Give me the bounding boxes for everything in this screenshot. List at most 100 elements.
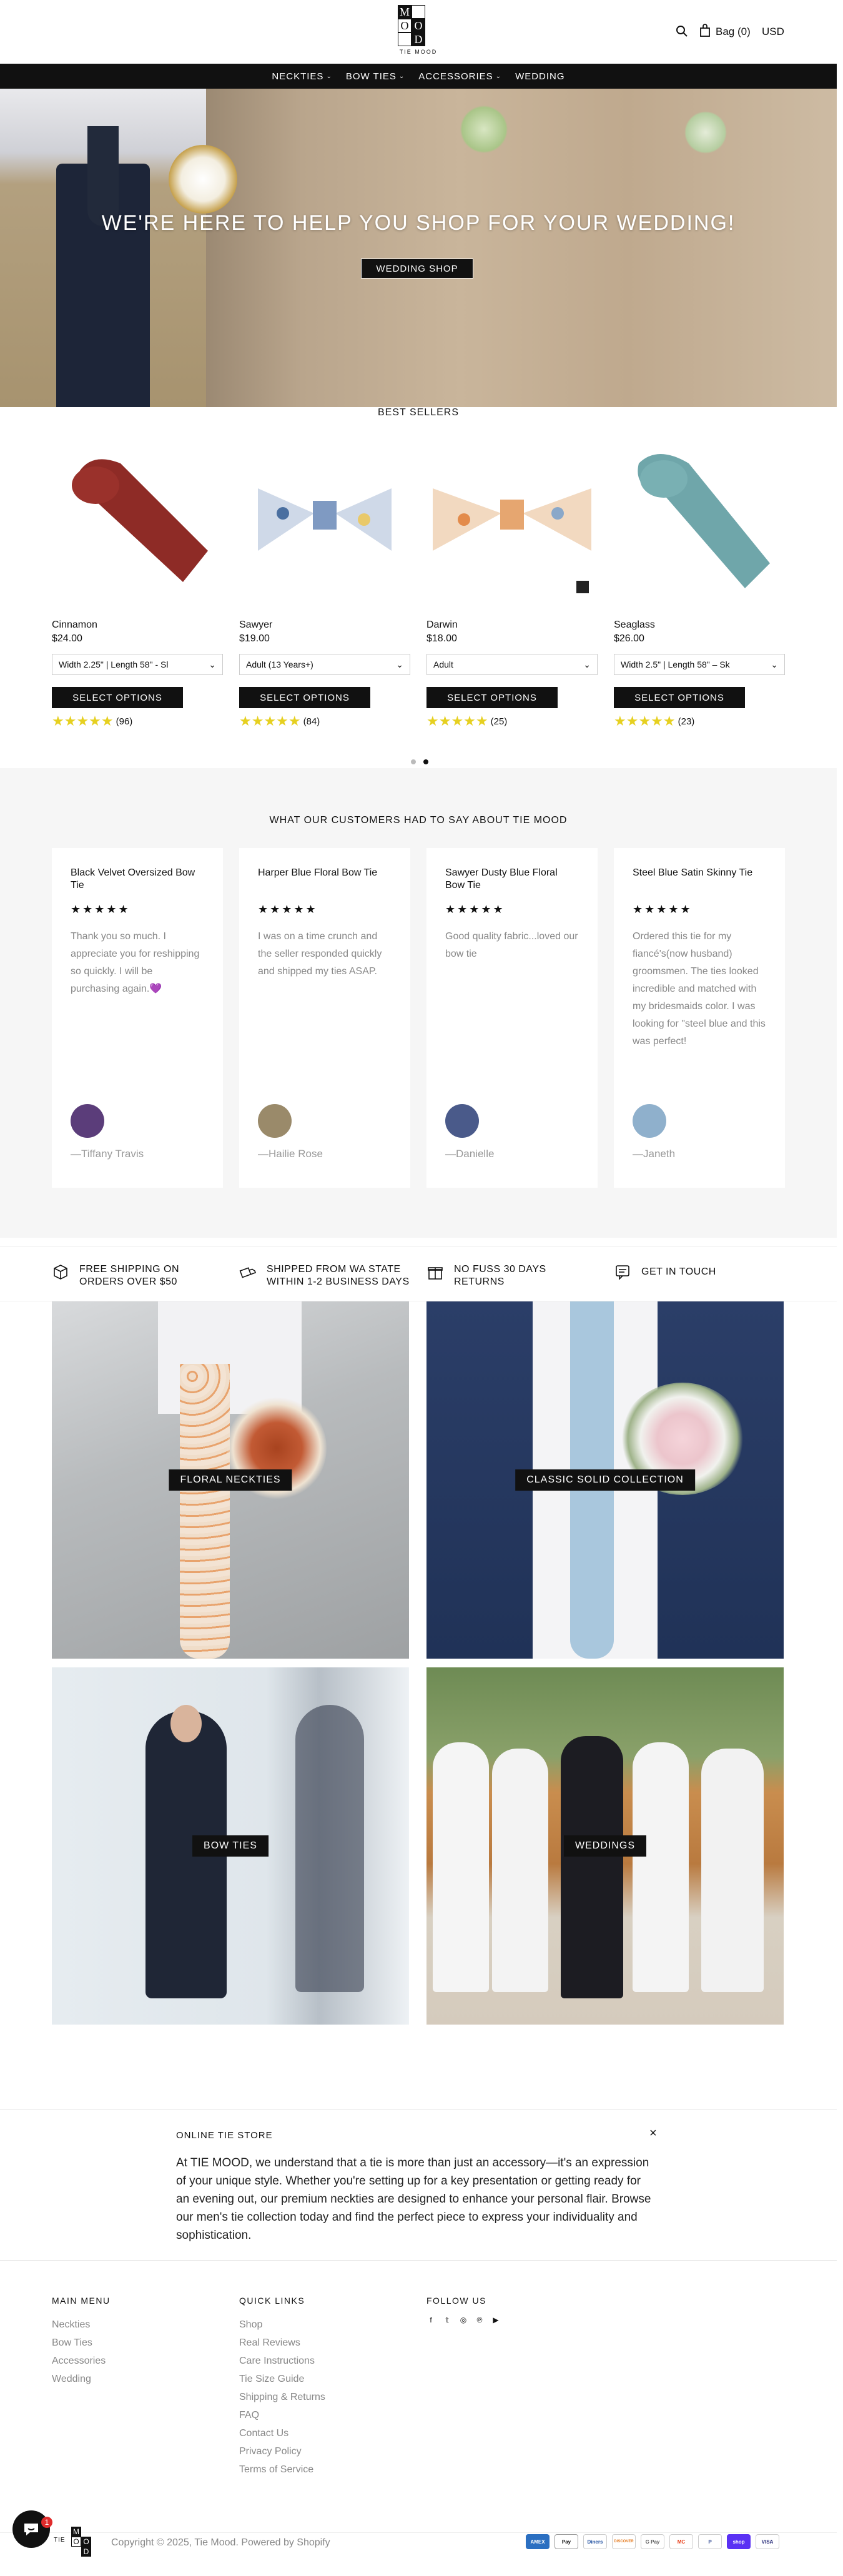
- carousel-dot-active[interactable]: [423, 759, 428, 764]
- footer-link[interactable]: Real Reviews: [239, 2334, 325, 2352]
- footer-link[interactable]: Terms of Service: [239, 2460, 325, 2479]
- nav-label: NECKTIES: [272, 71, 324, 82]
- product-image[interactable]: [426, 426, 598, 613]
- discover-icon: DISCOVER: [612, 2534, 636, 2549]
- chevron-down-icon: ⌄: [396, 659, 403, 669]
- product-name[interactable]: Seaglass: [614, 619, 655, 631]
- close-icon[interactable]: ×: [649, 2126, 657, 2141]
- diners-icon: Diners: [583, 2534, 607, 2549]
- product-name[interactable]: Cinnamon: [52, 619, 97, 631]
- hero-flower-far-right: [681, 107, 731, 157]
- bag-link[interactable]: Bag (0): [716, 26, 751, 38]
- twitter-icon[interactable]: 𝕥: [443, 2316, 451, 2324]
- rating[interactable]: ★★★★★ (84): [239, 714, 320, 728]
- collection-groom: [561, 1736, 623, 1998]
- review-product: Steel Blue Satin Skinny Tie: [633, 867, 753, 878]
- review-product: Black Velvet Oversized Bow Tie: [71, 867, 195, 891]
- star-icon: ★★★★★: [426, 713, 488, 729]
- carousel-dot[interactable]: [411, 759, 416, 764]
- reviews-section: WHAT OUR CUSTOMERS HAD TO SAY ABOUT TIE …: [0, 768, 837, 1238]
- rating[interactable]: ★★★★★ (23): [614, 714, 694, 728]
- copyright: Copyright © 2025, Tie Mood. Powered by S…: [111, 2537, 330, 2548]
- rating[interactable]: ★★★★★ (25): [426, 714, 507, 728]
- footer-link[interactable]: Accessories: [52, 2352, 111, 2370]
- chat-button[interactable]: [12, 2510, 50, 2548]
- benefit-text: GET IN TOUCH: [641, 1266, 716, 1277]
- review-stars: ★★★★★: [258, 903, 318, 915]
- footer-link[interactable]: Contact Us: [239, 2424, 325, 2442]
- logo-letter: D: [412, 32, 425, 46]
- collection-bow-ties[interactable]: BOW TIES: [52, 1667, 409, 2025]
- variant-select[interactable]: Width 2.5" | Length 58" – Sk ⌄: [614, 654, 785, 675]
- footer-link[interactable]: Wedding: [52, 2370, 111, 2388]
- footer-link[interactable]: Tie Size Guide: [239, 2370, 325, 2388]
- product-price: $26.00: [614, 633, 644, 644]
- nav-item-neckties[interactable]: NECKTIES ⌄: [272, 71, 332, 82]
- logo-letter: O: [398, 19, 412, 32]
- footer-link[interactable]: Shop: [239, 2316, 325, 2334]
- product-name[interactable]: Darwin: [426, 619, 458, 631]
- chevron-down-icon: ⌄: [398, 72, 405, 80]
- reviews-title: WHAT OUR CUSTOMERS HAD TO SAY ABOUT TIE …: [269, 815, 568, 826]
- benefit-item[interactable]: GET IN TOUCH: [614, 1263, 757, 1281]
- star-icon: ★★★★★: [614, 713, 676, 729]
- avatar: [445, 1104, 479, 1138]
- footer-heading: FOLLOW US: [426, 2296, 486, 2306]
- nav-item-bow-ties[interactable]: BOW TIES ⌄: [346, 71, 405, 82]
- variant-value: Adult (13 Years+): [246, 659, 313, 669]
- footer-logo[interactable]: TIE M O O D: [54, 2527, 101, 2557]
- footer-link[interactable]: Bow Ties: [52, 2334, 111, 2352]
- apple-pay-icon: Pay: [555, 2534, 578, 2549]
- footer-link[interactable]: Care Instructions: [239, 2352, 325, 2370]
- collection-classic-solid[interactable]: CLASSIC SOLID COLLECTION: [426, 1301, 784, 1659]
- wedding-shop-button[interactable]: WEDDING SHOP: [361, 259, 473, 279]
- product-image[interactable]: [52, 426, 223, 613]
- select-options-button[interactable]: SELECT OPTIONS: [52, 687, 183, 708]
- star-icon: ★★★★★: [52, 713, 114, 729]
- currency-selector[interactable]: USD: [762, 26, 784, 38]
- review-author: —Hailie Rose: [258, 1148, 323, 1160]
- bow-tie-image: [433, 488, 591, 593]
- about-title: ONLINE TIE STORE: [176, 2130, 273, 2141]
- select-options-button[interactable]: SELECT OPTIONS: [239, 687, 370, 708]
- variant-select[interactable]: Width 2.25" | Length 58" - Sl ⌄: [52, 654, 223, 675]
- logo[interactable]: M O O D: [398, 5, 439, 46]
- select-options-button[interactable]: SELECT OPTIONS: [426, 687, 558, 708]
- collection-groomsman: [633, 1742, 689, 1992]
- footer-link[interactable]: Neckties: [52, 2316, 111, 2334]
- collection-groom-head: [170, 1705, 202, 1742]
- best-sellers-title: BEST SELLERS: [378, 407, 459, 418]
- facebook-icon[interactable]: f: [426, 2316, 435, 2324]
- nav-item-accessories[interactable]: ACCESSORIES ⌄: [418, 71, 501, 82]
- truck-icon: [239, 1267, 257, 1278]
- variant-select[interactable]: Adult ⌄: [426, 654, 598, 675]
- search-icon[interactable]: [676, 25, 688, 37]
- product-price: $24.00: [52, 633, 82, 644]
- carousel-dots: [411, 759, 428, 764]
- collection-weddings[interactable]: WEDDINGS: [426, 1667, 784, 2025]
- benefit-item: FREE SHIPPING ON ORDERS OVER $50: [52, 1263, 195, 1288]
- rating[interactable]: ★★★★★ (96): [52, 714, 132, 728]
- bag-icon[interactable]: [699, 24, 711, 37]
- select-options-button[interactable]: SELECT OPTIONS: [614, 687, 745, 708]
- collection-groomsman: [492, 1749, 548, 1992]
- review-stars: ★★★★★: [633, 903, 693, 915]
- review-body: Good quality fabric...loved our bow tie: [445, 931, 578, 959]
- product-price: $19.00: [239, 633, 270, 644]
- logo-letter: M: [398, 5, 412, 19]
- nav-item-wedding[interactable]: WEDDING: [515, 71, 565, 82]
- product-image[interactable]: [614, 426, 785, 613]
- product-name[interactable]: Sawyer: [239, 619, 272, 631]
- collection-floral-neckties[interactable]: FLORAL NECKTIES: [52, 1301, 409, 1659]
- mastercard-icon: MC: [669, 2534, 693, 2549]
- footer-link[interactable]: FAQ: [239, 2406, 325, 2424]
- instagram-icon[interactable]: ◎: [459, 2316, 468, 2324]
- pinterest-icon[interactable]: ℗: [475, 2316, 484, 2324]
- footer-link[interactable]: Privacy Policy: [239, 2442, 325, 2460]
- variant-select[interactable]: Adult (13 Years+) ⌄: [239, 654, 410, 675]
- youtube-icon[interactable]: ▶: [491, 2316, 500, 2324]
- product-image[interactable]: [239, 426, 410, 613]
- amex-icon: AMEX: [526, 2534, 550, 2549]
- visa-icon: VISA: [756, 2534, 779, 2549]
- footer-link[interactable]: Shipping & Returns: [239, 2388, 325, 2406]
